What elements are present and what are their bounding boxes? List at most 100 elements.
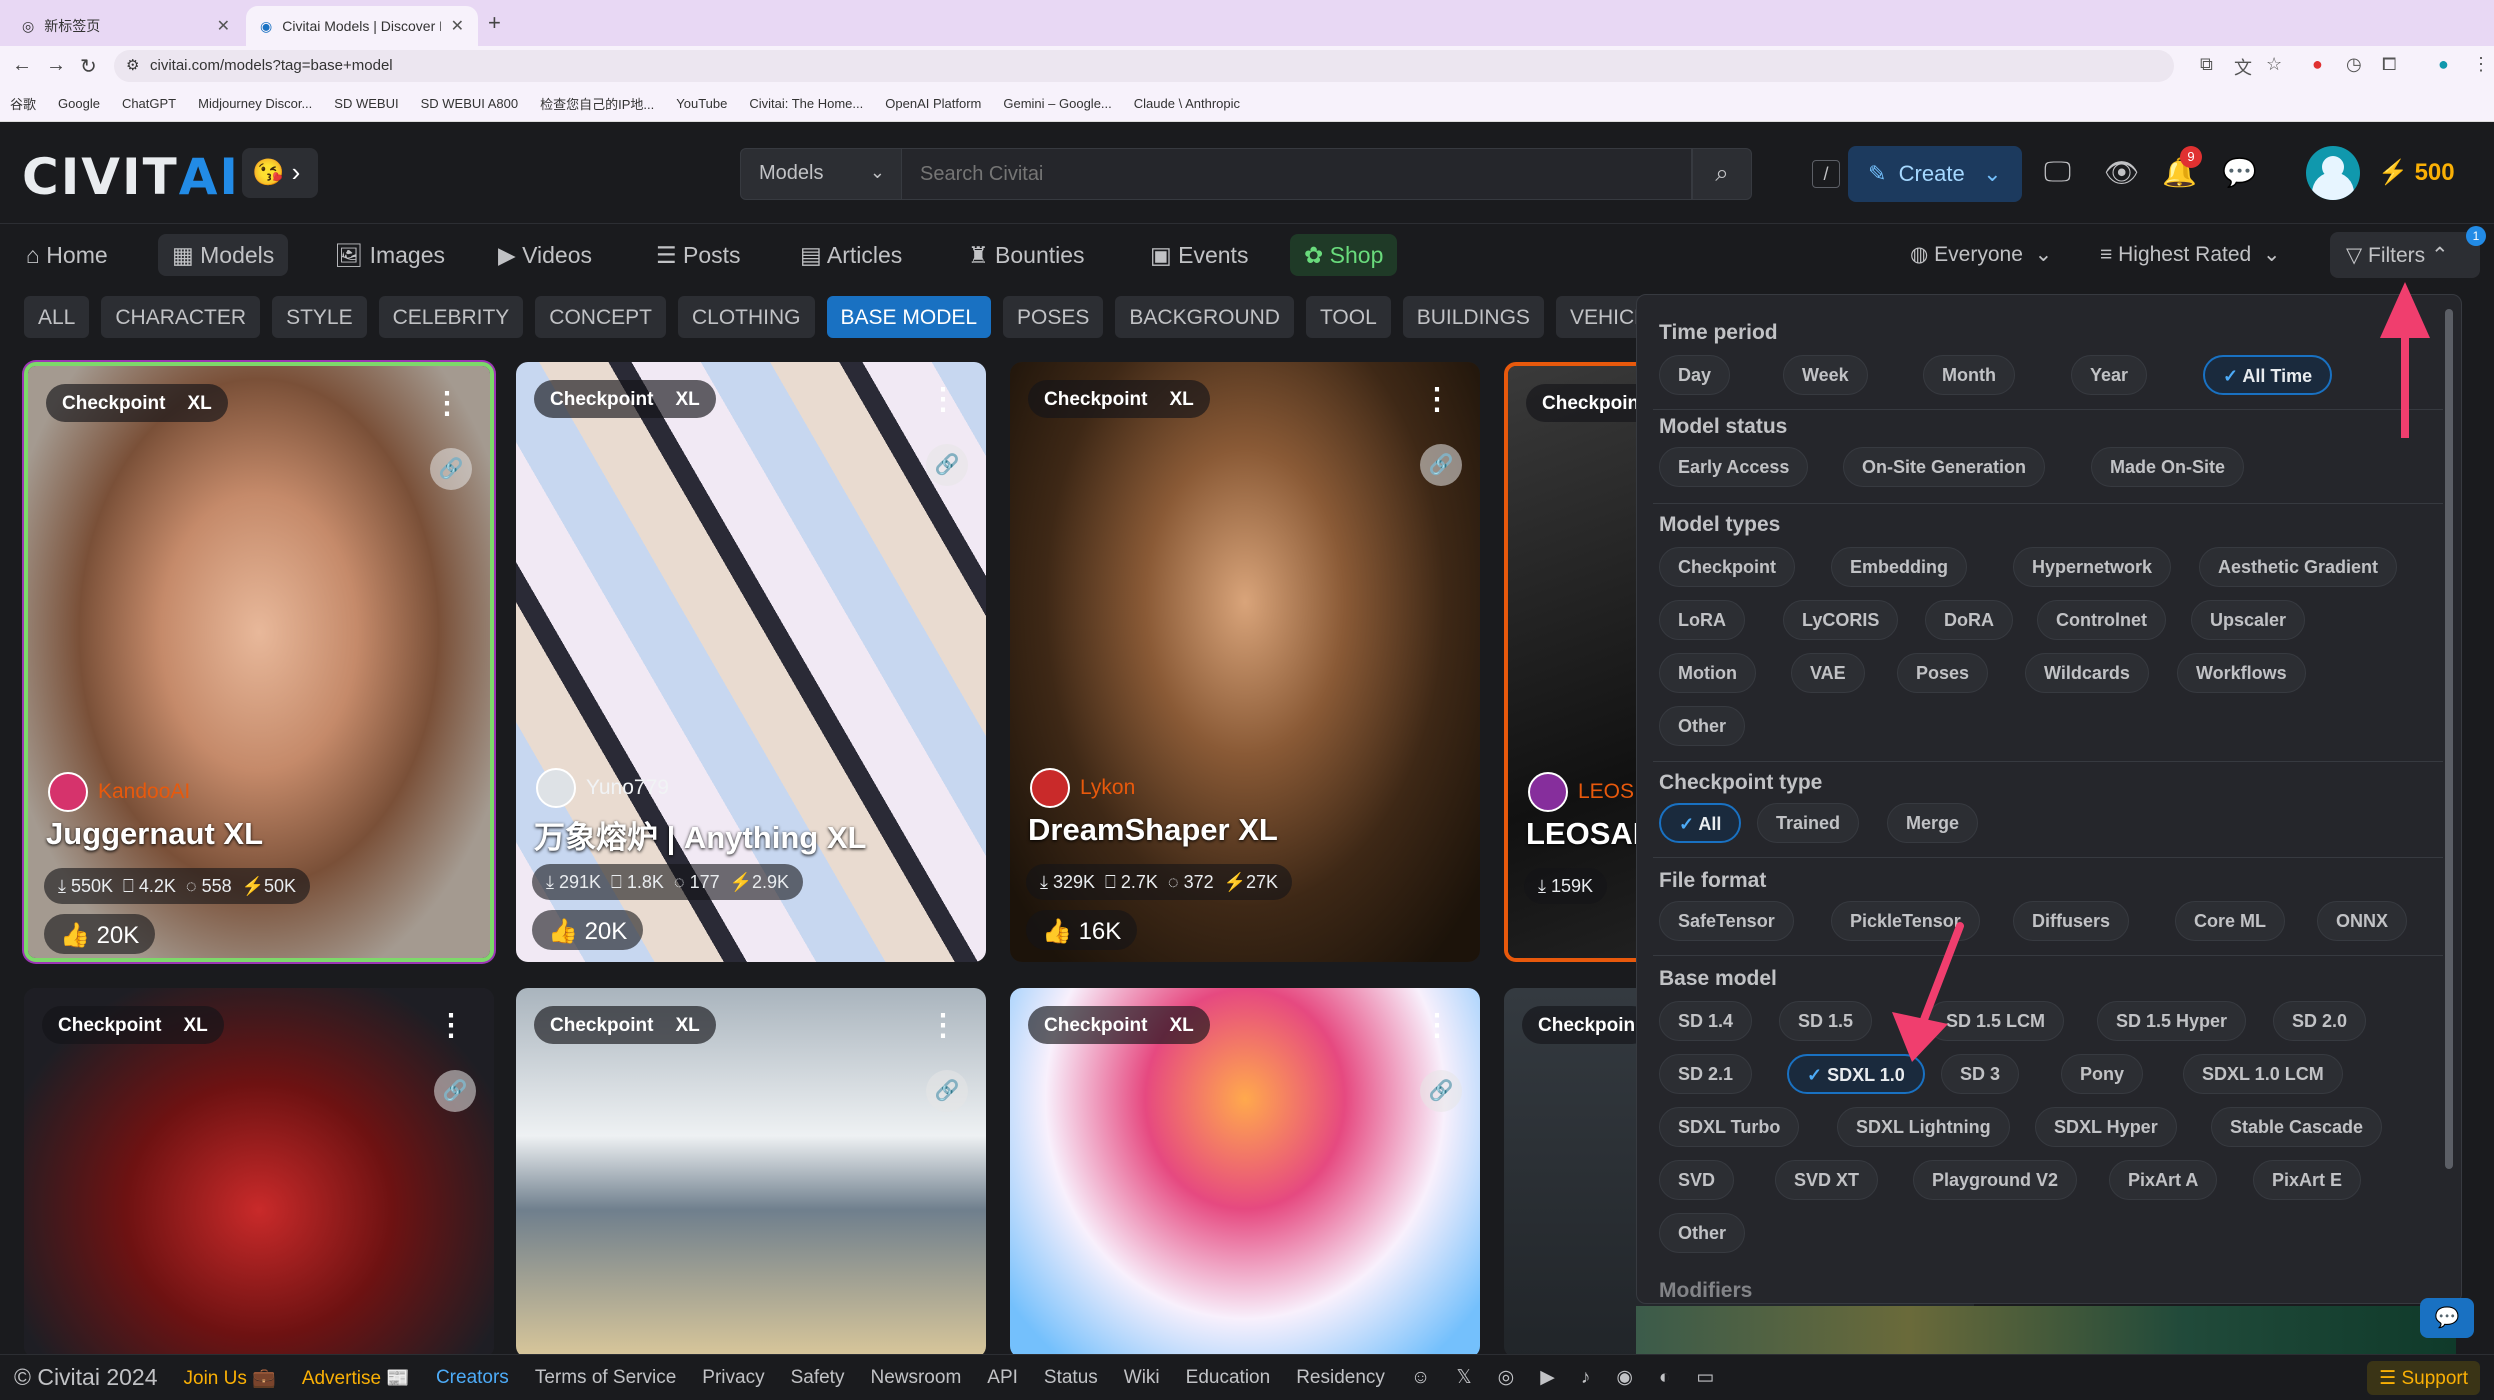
link-icon[interactable]: 🔗 (1420, 1070, 1462, 1112)
footer-api-link[interactable]: API (987, 1367, 1018, 1389)
format-diffusers-chip[interactable]: Diffusers (2013, 901, 2130, 941)
model-author[interactable]: Yuno779 (536, 768, 669, 808)
base-sdxl-1-0-lcm-chip[interactable]: SDXL 1.0 LCM (2183, 1054, 2343, 1094)
type-other-chip[interactable]: Other (1659, 706, 1746, 746)
model-title[interactable]: DreamShaper XL (1028, 812, 1278, 848)
chat-icon[interactable]: 💬 (2222, 156, 2257, 189)
model-likes[interactable]: 👍 20K (532, 910, 644, 950)
x-twitter-icon[interactable]: 𝕏 (1456, 1366, 1471, 1389)
kebab-menu-icon[interactable]: ⋮ (1422, 382, 1452, 417)
type-workflows-chip[interactable]: Workflows (2177, 653, 2306, 693)
base-stable-cascade-chip[interactable]: Stable Cascade (2211, 1107, 2383, 1147)
footer-status-link[interactable]: Status (1044, 1367, 1098, 1389)
type-wildcards-chip[interactable]: Wildcards (2025, 653, 2149, 693)
base-sdxl-lightning-chip[interactable]: SDXL Lightning (1837, 1107, 2010, 1147)
time-all-time-chip[interactable]: All Time (2203, 355, 2333, 395)
bookmark-item[interactable]: SD WEBUI (334, 96, 398, 111)
bookmark-item[interactable]: Civitai: The Home... (749, 96, 863, 111)
base-sd-2-0-chip[interactable]: SD 2.0 (2273, 1001, 2367, 1041)
format-core-ml-chip[interactable]: Core ML (2175, 901, 2285, 941)
bookmark-item[interactable]: YouTube (676, 96, 727, 111)
base-playground-v2-chip[interactable]: Playground V2 (1913, 1160, 2078, 1200)
base-sdxl-1-0-chip[interactable]: SDXL 1.0 (1787, 1054, 1925, 1094)
menu-kebab-icon[interactable]: ⋮ (2472, 54, 2490, 75)
type-aesthetic-gradient-chip[interactable]: Aesthetic Gradient (2199, 547, 2398, 587)
type-poses-chip[interactable]: Poses (1897, 653, 1989, 693)
base-sd-1-4-chip[interactable]: SD 1.4 (1659, 1001, 1753, 1041)
user-avatar[interactable] (2306, 146, 2360, 200)
close-icon[interactable]: ✕ (451, 16, 464, 36)
link-icon[interactable]: 🔗 (434, 1070, 476, 1112)
type-hypernetwork-chip[interactable]: Hypernetwork (2013, 547, 2172, 587)
base-pixart-a-chip[interactable]: PixArt A (2109, 1160, 2218, 1200)
forward-icon[interactable]: → (46, 54, 66, 77)
search-button[interactable]: ⌕ (1692, 148, 1752, 200)
tag-buildings[interactable]: BUILDINGS (1402, 296, 1544, 338)
link-icon[interactable]: 🔗 (926, 444, 968, 486)
profile-icon[interactable]: ● (2438, 54, 2449, 75)
type-embedding-chip[interactable]: Embedding (1831, 547, 1967, 587)
model-likes[interactable]: 👍 20K (44, 914, 156, 954)
extensions-puzzle-icon[interactable]: ⧠ (2382, 54, 2396, 75)
tag-poses[interactable]: POSES (1003, 296, 1104, 338)
upload-screen-icon[interactable]: 🖵 (2044, 156, 2071, 189)
footer-advertise-link[interactable]: Advertise 📰 (302, 1366, 410, 1390)
kebab-menu-icon[interactable]: ⋮ (928, 382, 958, 417)
base-svd-xt-chip[interactable]: SVD XT (1775, 1160, 1879, 1200)
time-month-chip[interactable]: Month (1923, 355, 2015, 395)
bookmark-item[interactable]: Midjourney Discor... (198, 96, 312, 111)
checkpoint-all-chip[interactable]: All (1659, 803, 1742, 843)
type-controlnet-chip[interactable]: Controlnet (2037, 600, 2166, 640)
model-card[interactable]: Checkpoint XL ⋮ 🔗 Yuno779 万象熔炉 | Anything… (516, 362, 986, 962)
base-sdxl-turbo-chip[interactable]: SDXL Turbo (1659, 1107, 1800, 1147)
bookmark-item[interactable]: ChatGPT (122, 96, 176, 111)
kebab-menu-icon[interactable]: ⋮ (1422, 1008, 1452, 1043)
url-field[interactable]: ⚙ civitai.com/models?tag=base+model (114, 50, 2174, 82)
tag-tool[interactable]: TOOL (1305, 296, 1391, 338)
footer-wiki-link[interactable]: Wiki (1124, 1367, 1160, 1389)
eye-icon[interactable]: 👁 (2104, 156, 2140, 189)
footer-safety-link[interactable]: Safety (791, 1367, 845, 1389)
model-card[interactable]: Checkpoint XL ⋮ 🔗 Lykon DreamShaper XL ⤓ … (1010, 362, 1480, 962)
model-title[interactable]: 万象熔炉 | Anything XL (534, 812, 866, 857)
time-week-chip[interactable]: Week (1783, 355, 1868, 395)
bookmark-item[interactable]: 谷歌 (10, 94, 36, 113)
reload-icon[interactable]: ↻ (80, 54, 97, 79)
youtube-icon[interactable]: ▶ (1540, 1366, 1555, 1389)
tag-concept[interactable]: CONCEPT (535, 296, 666, 338)
back-icon[interactable]: ← (12, 54, 32, 77)
discord-icon[interactable]: ☺ (1411, 1367, 1430, 1389)
twitch-icon[interactable]: ▭ (1696, 1366, 1714, 1389)
base-sd-3-chip[interactable]: SD 3 (1941, 1054, 2020, 1094)
base-sdxl-hyper-chip[interactable]: SDXL Hyper (2035, 1107, 2177, 1147)
status-made-on-site-chip[interactable]: Made On-Site (2091, 447, 2245, 487)
install-icon[interactable]: ⧉ (2200, 54, 2213, 75)
search-input[interactable] (902, 148, 1692, 200)
bookmark-star-icon[interactable]: ☆ (2266, 54, 2282, 75)
type-upscaler-chip[interactable]: Upscaler (2191, 600, 2306, 640)
browser-tab-newtab[interactable]: ◎ 新标签页 ✕ (8, 6, 244, 46)
link-icon[interactable]: 🔗 (1420, 444, 1462, 486)
base-pixart-e-chip[interactable]: PixArt E (2253, 1160, 2362, 1200)
kebab-menu-icon[interactable]: ⋮ (436, 1008, 466, 1043)
nav-posts[interactable]: ☰ Posts (642, 234, 755, 276)
search-category-select[interactable]: Models ⌄ (740, 148, 902, 200)
emoji-menu-button[interactable]: 😘 › (242, 148, 318, 198)
browser-tab-civitai[interactable]: ◉ Civitai Models | Discover Fre ✕ (246, 6, 478, 46)
chat-widget-button[interactable]: 💬 (2420, 1298, 2474, 1338)
footer-residency-link[interactable]: Residency (1296, 1367, 1385, 1389)
model-card[interactable]: Checkpoint XL ⋮ 🔗 (1010, 988, 1480, 1358)
link-icon[interactable]: 🔗 (430, 448, 472, 490)
model-author[interactable]: Lykon (1030, 768, 1135, 808)
status-on-site-generation-chip[interactable]: On-Site Generation (1843, 447, 2046, 487)
nav-events[interactable]: ▣ Events (1136, 234, 1262, 276)
model-likes[interactable]: 👍 16K (1026, 910, 1138, 950)
footer-creators-link[interactable]: Creators (436, 1367, 509, 1389)
tag-character[interactable]: CHARACTER (101, 296, 261, 338)
bookmark-item[interactable]: Claude \ Anthropic (1134, 96, 1240, 111)
base-sd-2-1-chip[interactable]: SD 2.1 (1659, 1054, 1753, 1094)
nav-home[interactable]: ⌂ Home (12, 234, 122, 276)
footer-join-us-link[interactable]: Join Us 💼 (184, 1366, 276, 1390)
checkpoint-trained-chip[interactable]: Trained (1757, 803, 1860, 843)
model-card[interactable]: Checkpoint XL ⋮ 🔗 (516, 988, 986, 1358)
